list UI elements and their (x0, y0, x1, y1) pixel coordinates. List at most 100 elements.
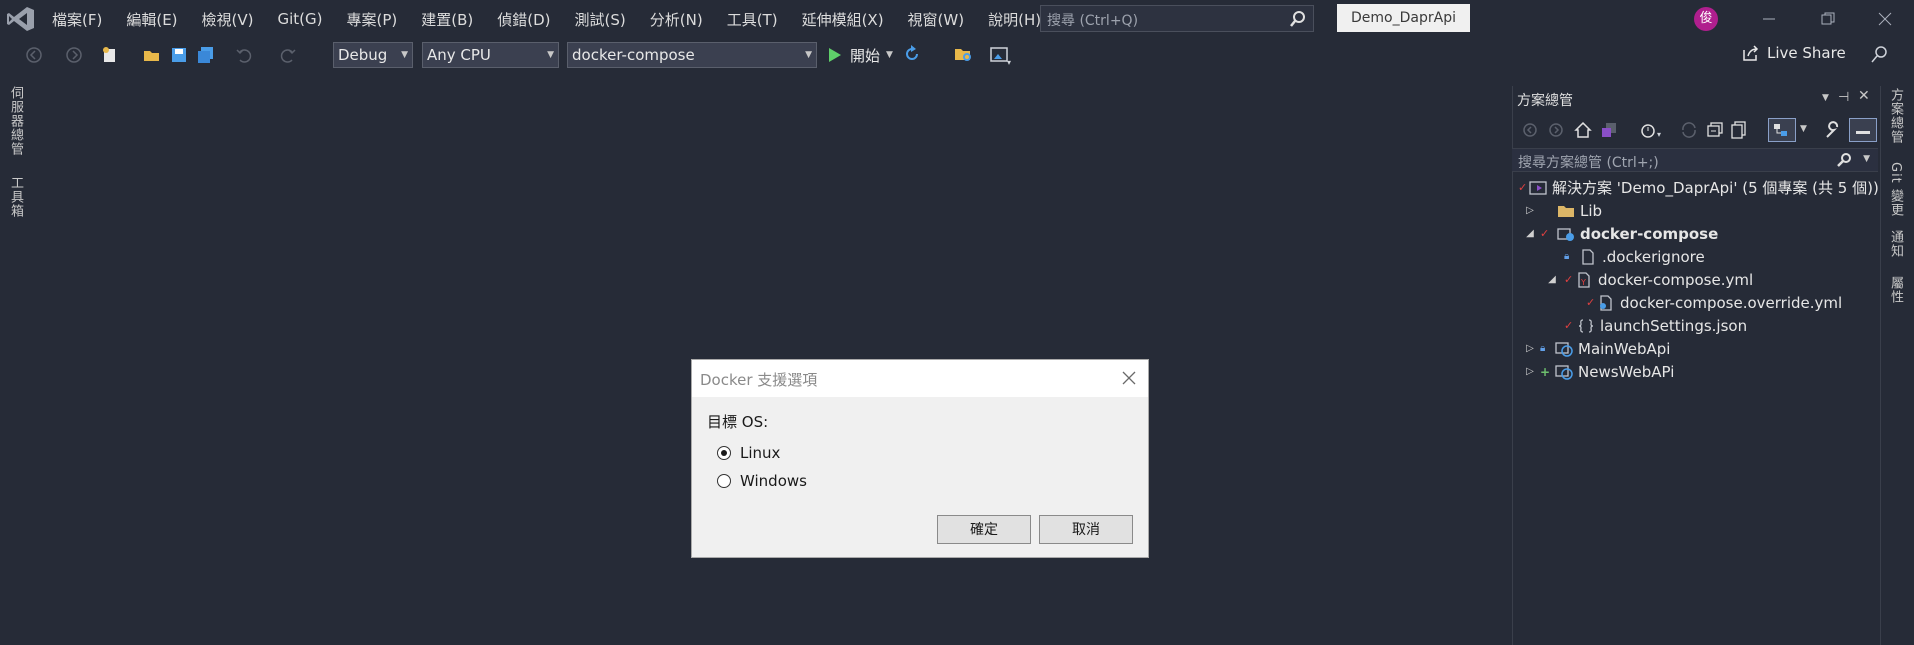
menu-analyze[interactable]: 分析(N) (638, 9, 715, 30)
se-home-button[interactable] (1574, 121, 1592, 143)
tree-item-launchsettings[interactable]: ✓ launchSettings.json (1564, 314, 1747, 337)
svg-text:▾: ▾ (1657, 130, 1661, 139)
menu-edit[interactable]: 編輯(E) (114, 9, 189, 30)
avatar[interactable]: 俊 (1694, 7, 1718, 31)
tree-item-lib[interactable]: ▷ Lib (1524, 199, 1602, 222)
se-switch-views-button[interactable] (1600, 121, 1618, 143)
chevron-down-icon: ▼ (1863, 154, 1870, 164)
folder-search-icon (955, 49, 971, 61)
toolbox-tab[interactable]: 工具箱 (6, 176, 25, 218)
chevron-down-icon: ▼ (401, 50, 408, 60)
close-window-button[interactable] (1856, 0, 1914, 38)
menu-tools[interactable]: 工具(T) (715, 9, 790, 30)
server-explorer-tab[interactable]: 伺服器總管 (6, 86, 25, 156)
radio-label: Linux (740, 444, 781, 462)
new-item-button[interactable] (100, 45, 120, 65)
open-folder-button[interactable] (142, 45, 162, 65)
forward-arrow-icon (1549, 123, 1563, 137)
undo-button[interactable] (234, 45, 254, 65)
navigate-forward-button[interactable] (64, 45, 84, 65)
radio-linux[interactable]: Linux (717, 444, 780, 462)
radio-button-icon[interactable] (717, 474, 731, 488)
se-properties-button[interactable] (1824, 121, 1842, 143)
redo-button[interactable] (278, 45, 298, 65)
radio-label: Windows (740, 472, 807, 490)
home-icon (1574, 121, 1592, 138)
radio-windows[interactable]: Windows (717, 472, 807, 490)
expand-triangle-icon[interactable]: ▷ (1524, 343, 1536, 354)
start-debugging-button[interactable]: 開始 ▼ (828, 42, 893, 68)
tree-item-dockerignore[interactable]: 🔒︎ .dockerignore (1564, 245, 1705, 268)
collapse-triangle-icon[interactable]: ◢ (1524, 228, 1536, 239)
collapse-triangle-icon[interactable]: ◢ (1546, 274, 1558, 285)
minimize-button[interactable] (1740, 0, 1798, 38)
git-changes-tab[interactable]: Git 變更 (1886, 162, 1905, 217)
browser-icon: ▾ (990, 47, 1011, 67)
configuration-dropdown[interactable]: Debug ▼ (333, 42, 413, 68)
browser-link-button[interactable]: ▾ (990, 46, 1012, 70)
checkmark-icon: ✓ (1540, 227, 1550, 240)
chevron-down-icon: ▼ (886, 50, 893, 60)
se-pending-changes-button[interactable]: ▾ (1640, 121, 1664, 143)
ok-button[interactable]: 確定 (937, 515, 1031, 544)
save-button[interactable] (169, 45, 189, 65)
tree-item-newswebapi[interactable]: ▷ + NewsWebAPi (1524, 360, 1674, 383)
menu-view[interactable]: 檢視(V) (190, 9, 266, 30)
save-all-button[interactable] (196, 45, 216, 65)
tree-item-label: NewsWebAPi (1578, 362, 1675, 381)
tree-item-mainwebapi[interactable]: ▷ 🔒︎ MainWebApi (1524, 337, 1670, 360)
feedback-icon (1871, 46, 1887, 63)
panel-options-chevron-icon[interactable]: ▼ (1822, 93, 1829, 103)
se-sync-button[interactable] (1680, 121, 1698, 143)
menu-file[interactable]: 檔案(F) (40, 9, 114, 30)
pin-icon[interactable]: ⊣ (1838, 90, 1849, 105)
properties-tab[interactable]: 屬性 (1886, 276, 1905, 304)
tree-item-docker-compose-yml[interactable]: ◢ ✓ Y docker-compose.yml (1546, 268, 1753, 291)
cancel-button[interactable]: 取消 (1039, 515, 1133, 544)
close-icon[interactable] (1120, 369, 1138, 387)
radio-button-selected-icon[interactable] (717, 446, 731, 460)
chevron-down-icon[interactable]: ▼ (1800, 124, 1807, 134)
se-collapse-all-button[interactable] (1706, 121, 1724, 143)
se-sync-active-document-button[interactable] (1768, 118, 1796, 142)
menu-git[interactable]: Git(G) (266, 10, 335, 28)
notifications-tab[interactable]: 通知 (1886, 230, 1905, 258)
solution-explorer-search-input[interactable]: 搜尋方案總管 (Ctrl+;) ▼ (1512, 148, 1878, 172)
tree-item-label: docker-compose.override.yml (1620, 293, 1843, 312)
platform-dropdown[interactable]: Any CPU ▼ (422, 42, 559, 68)
solution-explorer-tab[interactable]: 方案總管 (1886, 88, 1905, 144)
web-project-icon (1554, 363, 1574, 381)
menu-build[interactable]: 建置(B) (409, 9, 485, 30)
tree-item-solution[interactable]: ✓ 解決方案 'Demo_DaprApi' (5 個專案 (共 5 個)) (1518, 176, 1879, 199)
restore-button[interactable] (1799, 0, 1857, 38)
expand-triangle-icon[interactable]: ▷ (1524, 205, 1536, 216)
yml-file-icon (1596, 294, 1616, 312)
search-placeholder: 搜尋 (Ctrl+Q) (1047, 13, 1139, 29)
menu-debug[interactable]: 偵錯(D) (485, 9, 562, 30)
refresh-button[interactable] (903, 45, 921, 67)
search-input[interactable]: 搜尋 (Ctrl+Q) (1040, 5, 1314, 32)
feedback-button[interactable] (1870, 45, 1890, 69)
search-icon (1290, 11, 1305, 27)
save-all-icon (198, 47, 213, 63)
startup-project-dropdown[interactable]: docker-compose ▼ (567, 42, 817, 68)
menu-extensions[interactable]: 延伸模組(X) (790, 9, 896, 30)
expand-triangle-icon[interactable]: ▷ (1524, 366, 1536, 377)
se-forward-button[interactable] (1548, 122, 1564, 142)
navigate-back-button[interactable] (24, 45, 44, 65)
menu-project[interactable]: 專案(P) (335, 9, 410, 30)
live-share-button[interactable]: Live Share (1742, 44, 1846, 62)
se-show-all-files-button[interactable] (1730, 121, 1748, 143)
browse-folder-button[interactable] (954, 46, 974, 68)
tree-item-docker-compose-override[interactable]: ✓ docker-compose.override.yml (1586, 291, 1842, 314)
se-preview-selected-button[interactable] (1849, 118, 1877, 142)
menu-window[interactable]: 視窗(W) (896, 9, 977, 30)
panel-close-icon[interactable]: ✕ (1858, 88, 1870, 104)
tree-item-label: docker-compose (1580, 224, 1719, 243)
show-all-files-icon (1731, 121, 1746, 139)
se-back-button[interactable] (1522, 122, 1538, 142)
menu-bar: 檔案(F) 編輯(E) 檢視(V) Git(G) 專案(P) 建置(B) 偵錯(… (40, 0, 1053, 38)
save-icon (172, 48, 186, 62)
menu-test[interactable]: 測試(S) (563, 9, 638, 30)
tree-item-docker-compose[interactable]: ◢ ✓ docker-compose (1524, 222, 1718, 245)
